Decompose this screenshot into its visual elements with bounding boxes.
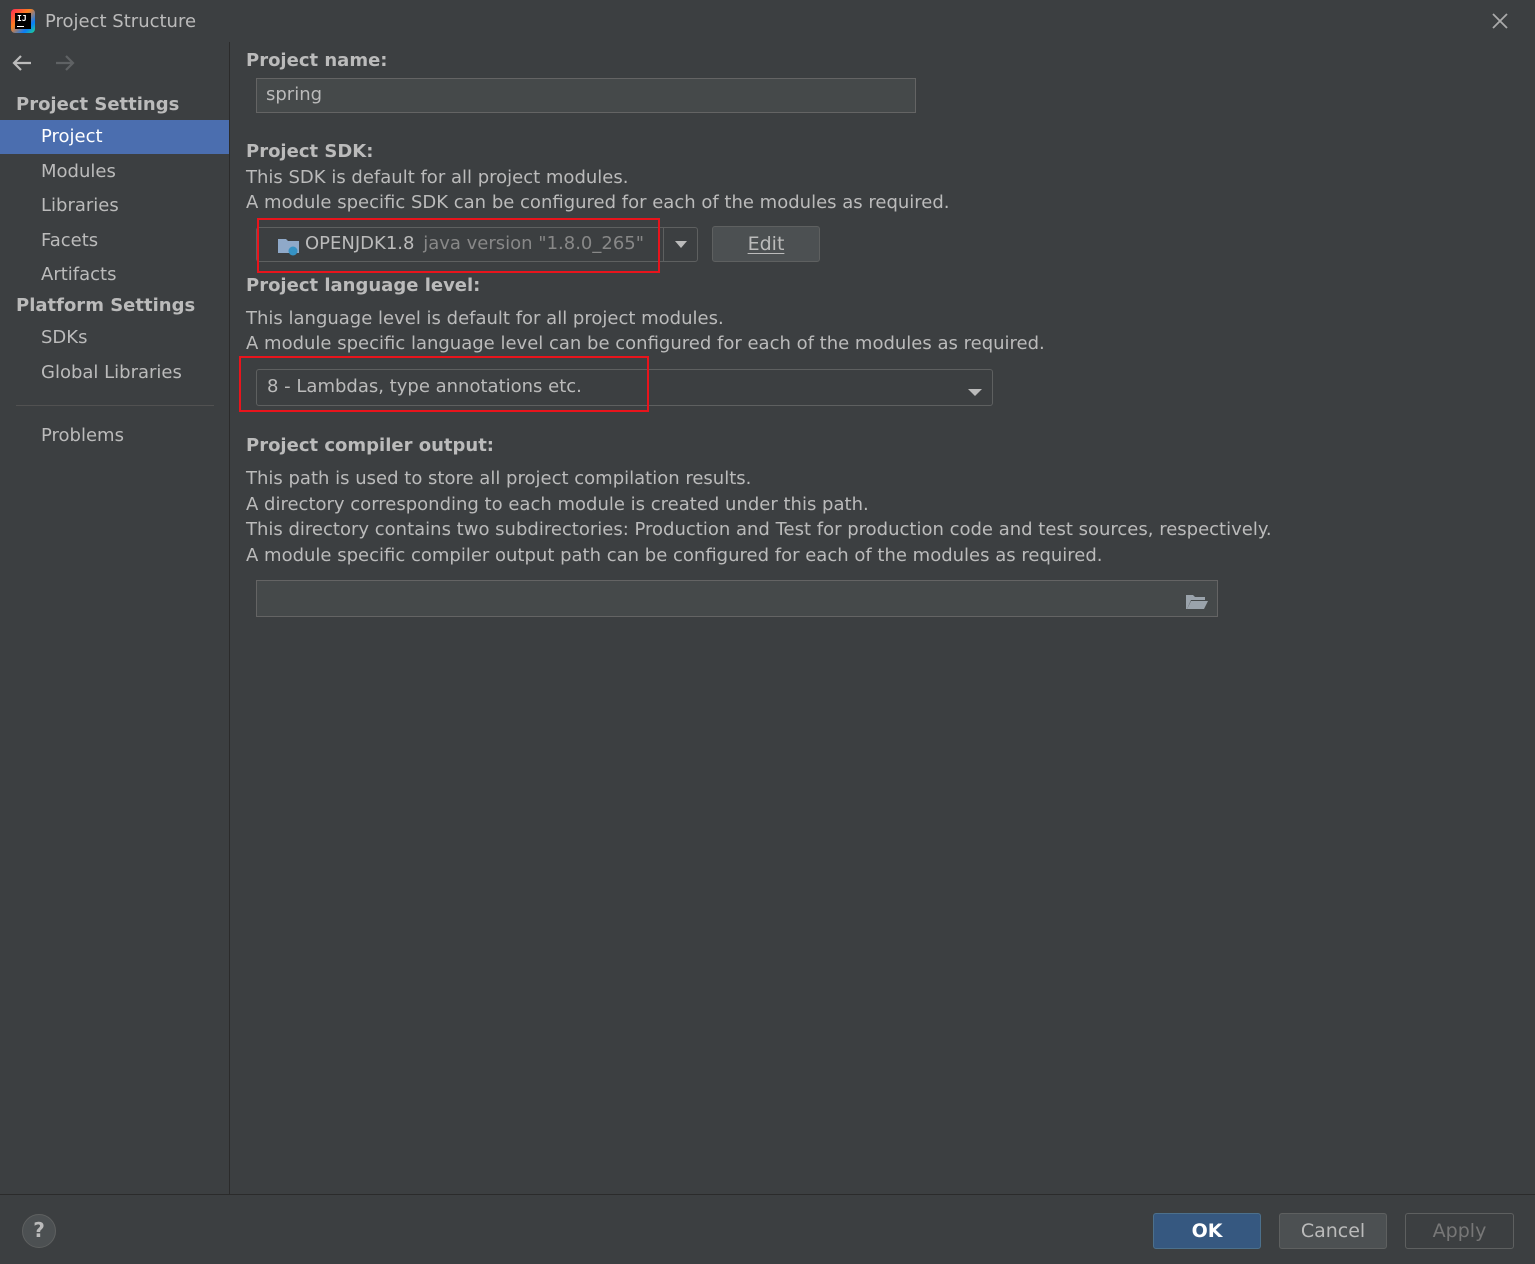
intellij-idea-icon: IJ <box>11 9 35 33</box>
compiler-output-label: Project compiler output: <box>246 435 495 456</box>
compiler-description-3: This directory contains two subdirectori… <box>246 519 1272 540</box>
language-level-value: 8 - Lambdas, type annotations etc. <box>267 376 582 397</box>
language-level-label: Project language level: <box>246 275 481 296</box>
sidebar-divider <box>16 405 214 406</box>
project-settings-panel: Project name: spring Project SDK: This S… <box>231 42 1535 1194</box>
sdk-edit-label: Edit <box>747 233 785 255</box>
language-description-2: A module specific language level can be … <box>246 333 1045 354</box>
nav-arrows <box>10 52 77 74</box>
sdk-description-2: A module specific SDK can be configured … <box>246 192 950 213</box>
back-arrow-icon[interactable] <box>10 53 39 72</box>
cancel-button[interactable]: Cancel <box>1279 1213 1387 1249</box>
sidebar: Project Settings Project Modules Librari… <box>0 42 230 1194</box>
sidebar-item-problems[interactable]: Problems <box>0 419 229 453</box>
project-name-input[interactable]: spring <box>256 78 916 113</box>
window-title: Project Structure <box>45 11 197 32</box>
sidebar-item-project[interactable]: Project <box>0 120 229 154</box>
sidebar-item-modules[interactable]: Modules <box>0 155 229 189</box>
sidebar-item-global-libraries[interactable]: Global Libraries <box>0 356 229 390</box>
project-name-label: Project name: <box>246 50 388 71</box>
forward-arrow-icon <box>53 53 77 72</box>
sdk-name: OPENJDK1.8 <box>305 233 415 254</box>
close-icon[interactable] <box>1487 8 1513 34</box>
jdk-folder-icon <box>277 236 301 261</box>
compiler-description-2: A directory corresponding to each module… <box>246 494 869 515</box>
platform-settings-heading: Platform Settings <box>16 295 196 316</box>
sidebar-item-facets[interactable]: Facets <box>0 224 229 258</box>
sdk-combobox[interactable]: OPENJDK1.8 java version "1.8.0_265" <box>256 227 698 262</box>
ok-button[interactable]: OK <box>1153 1213 1261 1249</box>
title-bar: IJ Project Structure <box>0 0 1535 42</box>
compiler-description-4: A module specific compiler output path c… <box>246 545 1103 566</box>
project-settings-heading: Project Settings <box>16 94 180 115</box>
help-button[interactable]: ? <box>22 1214 56 1248</box>
sidebar-item-artifacts[interactable]: Artifacts <box>0 258 229 292</box>
browse-folder-icon[interactable] <box>1185 590 1209 622</box>
compiler-output-input[interactable] <box>256 580 1218 617</box>
sidebar-item-sdks[interactable]: SDKs <box>0 321 229 355</box>
project-sdk-label: Project SDK: <box>246 141 374 162</box>
sdk-description-1: This SDK is default for all project modu… <box>246 167 629 188</box>
language-description-1: This language level is default for all p… <box>246 308 724 329</box>
sdk-edit-button[interactable]: Edit <box>712 226 820 262</box>
dialog-footer: ? OK Cancel Apply <box>0 1194 1535 1264</box>
sdk-dropdown-arrow[interactable] <box>663 228 697 261</box>
language-level-dropdown-arrow[interactable] <box>966 382 984 403</box>
sidebar-item-libraries[interactable]: Libraries <box>0 189 229 223</box>
apply-button[interactable]: Apply <box>1405 1213 1514 1249</box>
compiler-description-1: This path is used to store all project c… <box>246 468 752 489</box>
sdk-version: java version "1.8.0_265" <box>423 233 645 254</box>
language-level-combobox[interactable]: 8 - Lambdas, type annotations etc. <box>256 369 993 406</box>
